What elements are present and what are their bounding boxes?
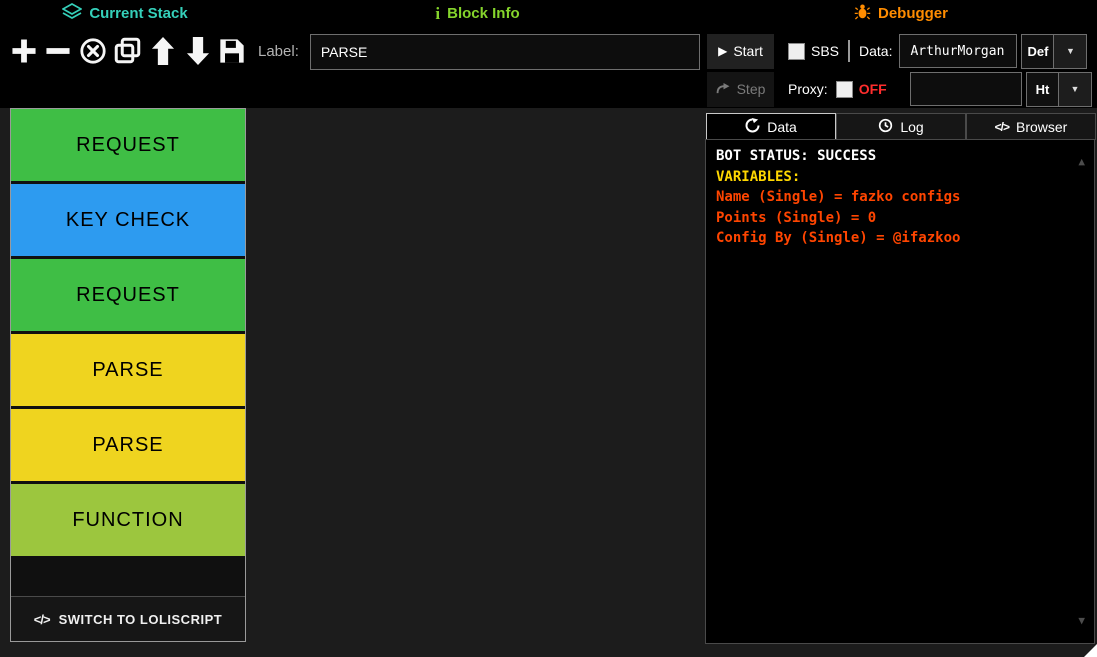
tab-browser-label: Browser bbox=[1016, 119, 1067, 135]
bug-icon bbox=[854, 3, 871, 24]
code-icon: </> bbox=[995, 120, 1009, 134]
scroll-up-icon[interactable]: ▲ bbox=[1078, 152, 1085, 173]
remove-block-button[interactable] bbox=[43, 33, 74, 71]
proxy-status: OFF bbox=[859, 81, 887, 97]
wordlist-type-dropdown[interactable]: Def ▼ bbox=[1021, 34, 1087, 69]
debugger-header: Debugger bbox=[705, 0, 1097, 27]
variable-line: Config By (Single) = @ifazkoo bbox=[716, 228, 1084, 249]
block-stack-panel: REQUEST KEY CHECK REQUEST PARSE PARSE FU… bbox=[10, 108, 246, 642]
current-stack-title: Current Stack bbox=[89, 5, 187, 22]
info-icon: i bbox=[435, 4, 440, 24]
arrow-down-icon bbox=[186, 37, 210, 68]
debugger-controls-row-2: Step Proxy: OFF Ht ▼ bbox=[707, 71, 1092, 107]
tab-log[interactable]: Log bbox=[836, 113, 966, 140]
play-icon: ▶ bbox=[718, 44, 727, 58]
delete-block-button[interactable] bbox=[78, 33, 109, 71]
step-button-label: Step bbox=[737, 81, 766, 97]
step-button[interactable]: Step bbox=[707, 72, 774, 107]
stack-block-parse-2[interactable]: PARSE bbox=[11, 409, 245, 481]
sbs-checkbox[interactable] bbox=[788, 43, 805, 60]
debugger-data-panel: BOT STATUS: SUCCESS VARIABLES: Name (Sin… bbox=[705, 139, 1095, 644]
add-block-button[interactable] bbox=[8, 33, 39, 71]
proxy-type-dropdown[interactable]: Ht ▼ bbox=[1026, 72, 1092, 107]
stack-block-request-1[interactable]: REQUEST bbox=[11, 109, 245, 181]
proxy-type-value: Ht bbox=[1027, 73, 1058, 106]
debugger-tabs: Data Log </> Browser bbox=[706, 113, 1096, 140]
save-button[interactable] bbox=[217, 33, 248, 71]
clone-block-button[interactable] bbox=[112, 33, 143, 71]
switch-to-loliscript-label: SWITCH TO LOLISCRIPT bbox=[59, 612, 223, 627]
move-down-button[interactable] bbox=[182, 33, 213, 71]
proxy-checkbox[interactable] bbox=[836, 81, 853, 98]
stack-block-request-2[interactable]: REQUEST bbox=[11, 259, 245, 331]
tab-data-label: Data bbox=[767, 119, 797, 135]
stack-empty-space bbox=[11, 559, 245, 596]
wordlist-type-value: Def bbox=[1022, 35, 1053, 68]
proxy-caption: Proxy: bbox=[788, 81, 828, 97]
history-icon bbox=[878, 118, 893, 136]
start-button[interactable]: ▶ Start bbox=[707, 34, 774, 69]
arrow-up-icon bbox=[151, 37, 175, 68]
vertical-divider bbox=[848, 40, 850, 62]
block-label-row: Label: bbox=[258, 33, 700, 70]
tab-log-label: Log bbox=[900, 119, 923, 135]
switch-to-loliscript-button[interactable]: </> SWITCH TO LOLISCRIPT bbox=[11, 596, 245, 641]
sbs-label: SBS bbox=[811, 43, 839, 59]
stack-toolbar bbox=[8, 30, 248, 74]
code-icon: </> bbox=[34, 612, 50, 627]
variable-line: Name (Single) = fazko configs bbox=[716, 187, 1084, 208]
variables-header-line: VARIABLES: bbox=[716, 167, 1084, 188]
block-info-header: i Block Info bbox=[250, 0, 705, 27]
proxy-input[interactable] bbox=[910, 72, 1022, 106]
x-circle-icon bbox=[79, 37, 107, 68]
refresh-icon bbox=[745, 118, 760, 136]
data-input[interactable] bbox=[899, 34, 1017, 68]
scroll-down-icon[interactable]: ▼ bbox=[1078, 611, 1085, 632]
debugger-title: Debugger bbox=[878, 5, 948, 22]
stack-block-function[interactable]: FUNCTION bbox=[11, 484, 245, 556]
save-icon bbox=[218, 37, 246, 68]
block-label-input[interactable] bbox=[310, 34, 700, 70]
block-info-title: Block Info bbox=[447, 5, 520, 22]
chevron-down-icon[interactable]: ▼ bbox=[1053, 35, 1086, 68]
resize-grip[interactable] bbox=[1084, 644, 1097, 657]
tab-browser[interactable]: </> Browser bbox=[966, 113, 1096, 140]
current-stack-header: Current Stack bbox=[0, 0, 250, 27]
bot-status-line: BOT STATUS: SUCCESS bbox=[716, 146, 1084, 167]
minus-icon bbox=[45, 38, 71, 67]
stacker-window: Current Stack i Block Info Debugger bbox=[0, 0, 1097, 657]
tab-data[interactable]: Data bbox=[706, 113, 836, 140]
data-caption: Data: bbox=[859, 43, 892, 59]
variable-line: Points (Single) = 0 bbox=[716, 208, 1084, 229]
stack-block-parse-1[interactable]: PARSE bbox=[11, 334, 245, 406]
debugger-controls-row-1: ▶ Start SBS Data: Def ▼ bbox=[707, 33, 1092, 69]
add-icon bbox=[11, 38, 37, 67]
redo-arrow-icon bbox=[716, 81, 731, 97]
clone-icon bbox=[114, 37, 141, 67]
stack-block-keycheck[interactable]: KEY CHECK bbox=[11, 184, 245, 256]
label-caption: Label: bbox=[258, 43, 299, 60]
layers-icon bbox=[62, 3, 82, 25]
chevron-down-icon[interactable]: ▼ bbox=[1058, 73, 1091, 106]
start-button-label: Start bbox=[733, 43, 763, 59]
move-up-button[interactable] bbox=[147, 33, 178, 71]
